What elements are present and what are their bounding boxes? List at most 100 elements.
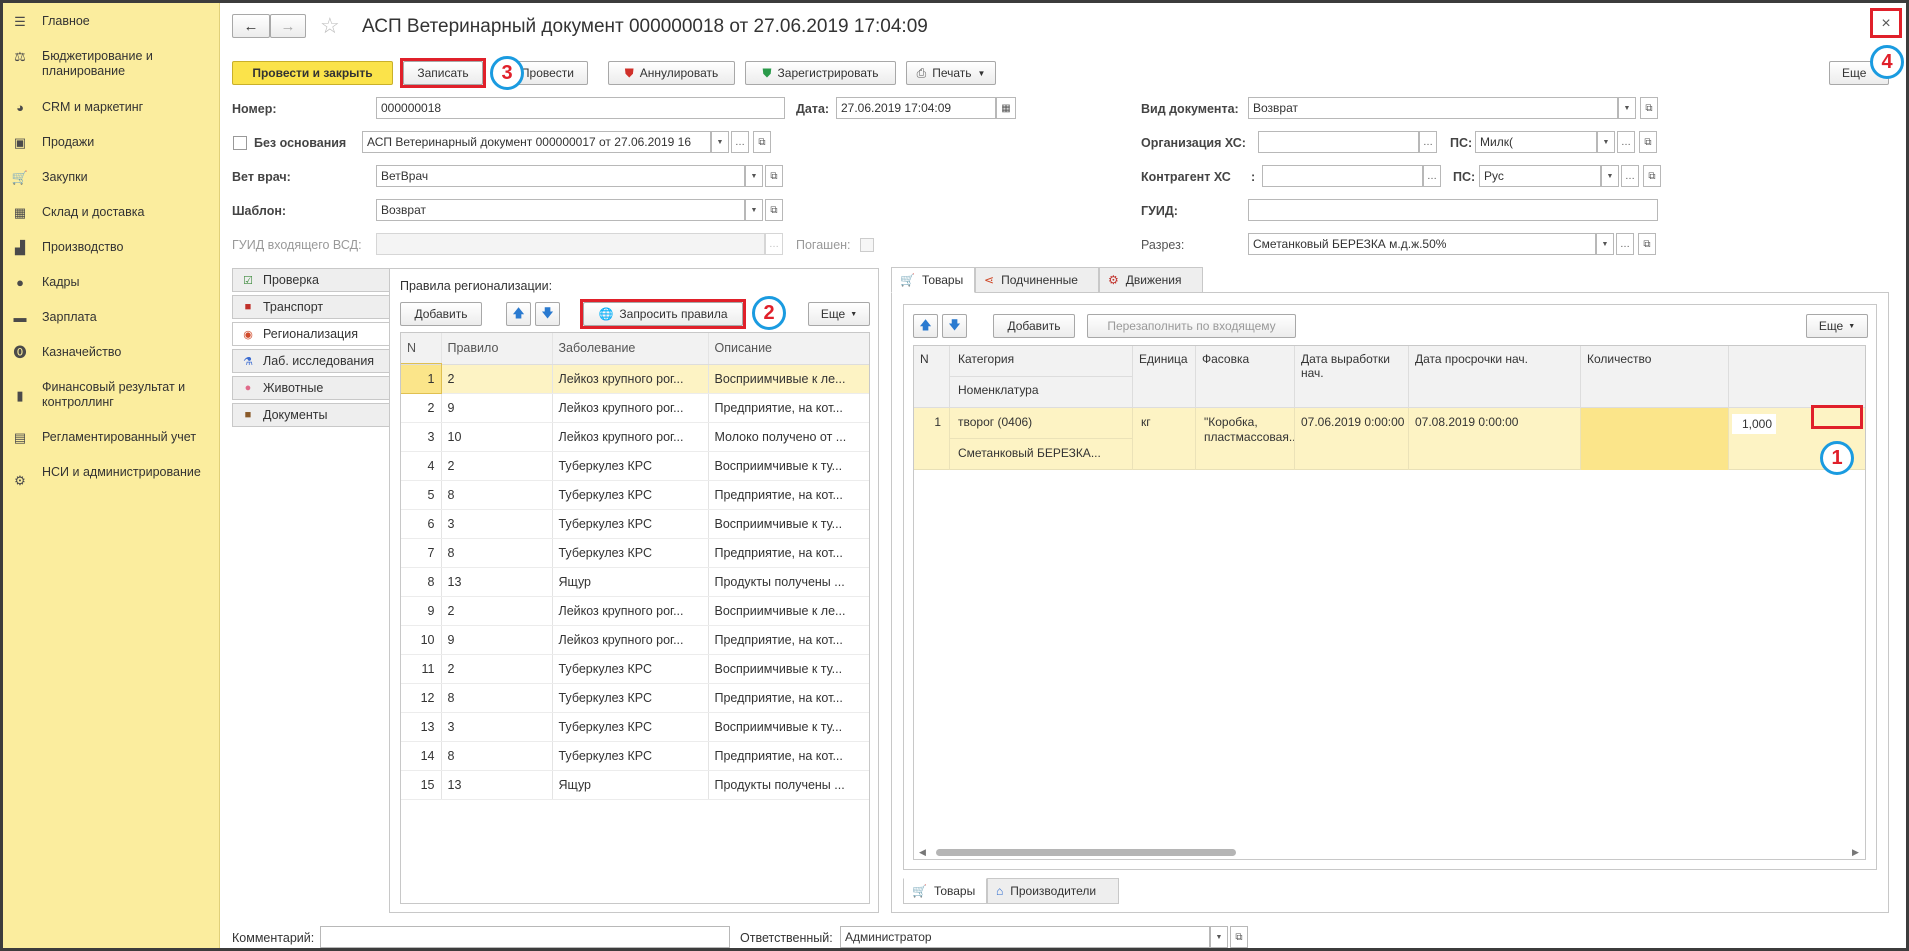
- table-row[interactable]: 10 9 Лейкоз крупного рог... Предприятие, на…: [401, 625, 869, 655]
- print-button[interactable]: ⎙ Печать ▼: [906, 61, 996, 85]
- table-row[interactable]: 12 8 Туберкулез КРС Предприятие, на кот...: [401, 683, 869, 713]
- tab-goods[interactable]: 🛒 Товары: [891, 267, 975, 293]
- scroll-left-icon[interactable]: ◀: [919, 847, 926, 858]
- sidebar-item-sales[interactable]: ▣ Продажи: [12, 135, 217, 150]
- sidebar-item-finance[interactable]: ▮ Финансовый результат и контроллинг: [12, 380, 217, 410]
- sidebar-item-production[interactable]: ▟ Производство: [12, 240, 217, 255]
- contr-ps-field[interactable]: Рус: [1479, 165, 1601, 187]
- contr-select[interactable]: …: [1423, 165, 1441, 187]
- col-header-pack[interactable]: Фасовка: [1196, 346, 1295, 408]
- cut-select[interactable]: …: [1616, 233, 1634, 255]
- sidebar-item-treasury[interactable]: ⓿ Казначейство: [12, 345, 217, 360]
- tab-subordinate[interactable]: ⋖ Подчиненные: [975, 267, 1099, 293]
- template-dropdown[interactable]: ▼: [745, 199, 763, 221]
- cut-field[interactable]: Сметанковый БЕРЕЗКА м.д.ж.50%: [1248, 233, 1596, 255]
- cut-dropdown[interactable]: ▼: [1596, 233, 1614, 255]
- table-row[interactable]: 15 13 Ящур Продукты получены ...: [401, 770, 869, 800]
- col-header-unit[interactable]: Единица: [1133, 346, 1196, 408]
- col-header-nomenclature[interactable]: Номенклатура: [950, 377, 1133, 408]
- goods-more-button[interactable]: Еще ▼: [1806, 314, 1868, 338]
- goods-cell-qty[interactable]: 1,000: [1732, 414, 1776, 434]
- tab-regionalization[interactable]: ◉ Регионализация: [232, 322, 390, 346]
- date-field[interactable]: 27.06.2019 17:04:09: [836, 97, 996, 119]
- star-icon[interactable]: ☆: [320, 13, 340, 39]
- table-row[interactable]: 8 13 Ящур Продукты получены ...: [401, 567, 869, 597]
- table-row[interactable]: 11 2 Туберкулез КРС Восприимчивые к ту...: [401, 654, 869, 684]
- number-field[interactable]: 000000018: [376, 97, 785, 119]
- sidebar-item-budget[interactable]: ⚖ Бюджетирование и планирование: [12, 49, 217, 79]
- tab-transport[interactable]: ■ Транспорт: [232, 295, 390, 319]
- post-and-close-button[interactable]: Провести и закрыть: [232, 61, 393, 85]
- tab-bottom-goods[interactable]: 🛒 Товары: [903, 878, 987, 904]
- tab-check[interactable]: ☑ Проверка: [232, 268, 390, 292]
- template-open[interactable]: ⧉: [765, 199, 783, 221]
- tab-animals[interactable]: ● Животные: [232, 376, 390, 400]
- contr-ps-dropdown[interactable]: ▼: [1601, 165, 1619, 187]
- table-row[interactable]: 5 8 Туберкулез КРС Предприятие, на кот...: [401, 480, 869, 510]
- goods-add-button[interactable]: Добавить: [993, 314, 1075, 338]
- cut-open[interactable]: ⧉: [1638, 233, 1656, 255]
- table-row[interactable]: 9 2 Лейкоз крупного рог... Восприимчивые к …: [401, 596, 869, 626]
- rules-add-button[interactable]: Добавить: [400, 302, 482, 326]
- sidebar-item-crm[interactable]: ◕ CRM и маркетинг: [12, 100, 217, 115]
- request-rules-button[interactable]: 🌐 Запросить правила: [583, 302, 743, 326]
- responsible-field[interactable]: Администратор: [840, 926, 1210, 948]
- register-button[interactable]: ⛊ Зарегистрировать: [745, 61, 896, 85]
- doc-type-open[interactable]: ⧉: [1640, 97, 1658, 119]
- back-button[interactable]: ←: [232, 14, 270, 38]
- contr-ps-open[interactable]: ⧉: [1643, 165, 1661, 187]
- table-row[interactable]: 3 10 Лейкоз крупного рог... Молоко получено…: [401, 422, 869, 452]
- basis-open[interactable]: ⧉: [753, 131, 771, 153]
- guid-field[interactable]: [1248, 199, 1658, 221]
- basis-field[interactable]: АСП Ветеринарный документ 000000017 от 2…: [362, 131, 711, 153]
- org-ps-open[interactable]: ⧉: [1639, 131, 1657, 153]
- refill-button[interactable]: Перезаполнить по входящему: [1087, 314, 1296, 338]
- table-row[interactable]: 2 9 Лейкоз крупного рог... Предприятие, на …: [401, 393, 869, 423]
- sidebar-item-purchases[interactable]: 🛒 Закупки: [12, 170, 217, 185]
- basis-dropdown[interactable]: ▼: [711, 131, 729, 153]
- move-down-button[interactable]: 🡇: [535, 302, 560, 326]
- sidebar-item-admin[interactable]: ⚙ НСИ и администрирование: [12, 465, 217, 488]
- save-button[interactable]: Записать: [403, 61, 483, 85]
- org-ps-select[interactable]: …: [1617, 131, 1635, 153]
- vet-open[interactable]: ⧉: [765, 165, 783, 187]
- no-basis-checkbox[interactable]: [233, 136, 247, 150]
- scroll-right-icon[interactable]: ▶: [1852, 847, 1859, 858]
- sidebar-item-warehouse[interactable]: ▦ Склад и доставка: [12, 205, 217, 220]
- annul-button[interactable]: ⛊ Аннулировать: [608, 61, 735, 85]
- forward-button[interactable]: →: [270, 14, 306, 38]
- col-header-description[interactable]: Описание: [708, 333, 869, 365]
- table-row[interactable]: 7 8 Туберкулез КРС Предприятие, на кот...: [401, 538, 869, 568]
- doc-type-dropdown[interactable]: ▼: [1618, 97, 1636, 119]
- sidebar-item-salary[interactable]: ▬ Зарплата: [12, 310, 217, 325]
- tab-movements[interactable]: ⚙ Движения: [1099, 267, 1203, 293]
- rules-more-button[interactable]: Еще ▼: [808, 302, 870, 326]
- tab-lab[interactable]: ⚗ Лаб. исследования: [232, 349, 390, 373]
- table-row[interactable]: 6 3 Туберкулез КРС Восприимчивые к ту...: [401, 509, 869, 539]
- comment-field[interactable]: [320, 926, 730, 948]
- table-row[interactable]: 13 3 Туберкулез КРС Восприимчивые к ту...: [401, 712, 869, 742]
- table-row[interactable]: 1 2 Лейкоз крупного рог... Восприимчивые к …: [401, 363, 869, 394]
- org-field[interactable]: [1258, 131, 1419, 153]
- responsible-open[interactable]: ⧉: [1230, 926, 1248, 948]
- vet-dropdown[interactable]: ▼: [745, 165, 763, 187]
- tab-bottom-producers[interactable]: ⌂ Производители: [987, 878, 1119, 904]
- table-row[interactable]: 14 8 Туберкулез КРС Предприятие, на кот...: [401, 741, 869, 771]
- col-header-n[interactable]: N: [914, 346, 950, 408]
- doc-type-field[interactable]: Возврат: [1248, 97, 1618, 119]
- table-row[interactable]: 4 2 Туберкулез КРС Восприимчивые к ту...: [401, 451, 869, 481]
- template-field[interactable]: Возврат: [376, 199, 745, 221]
- goods-hscroll-thumb[interactable]: [936, 849, 1236, 856]
- contr-ps-select[interactable]: …: [1621, 165, 1639, 187]
- close-button[interactable]: ×: [1876, 14, 1896, 34]
- col-header-exp-date[interactable]: Дата просрочки нач.: [1409, 346, 1581, 408]
- goods-move-down-button[interactable]: 🡇: [942, 314, 967, 338]
- contr-field[interactable]: [1262, 165, 1423, 187]
- basis-select[interactable]: …: [731, 131, 749, 153]
- org-ps-field[interactable]: Милк(: [1475, 131, 1597, 153]
- tab-documents[interactable]: ■ Документы: [232, 403, 390, 427]
- col-header-qty[interactable]: Количество: [1581, 346, 1729, 408]
- col-header-n[interactable]: N: [401, 333, 442, 365]
- org-select[interactable]: …: [1419, 131, 1437, 153]
- calendar-button[interactable]: ▦: [996, 97, 1016, 119]
